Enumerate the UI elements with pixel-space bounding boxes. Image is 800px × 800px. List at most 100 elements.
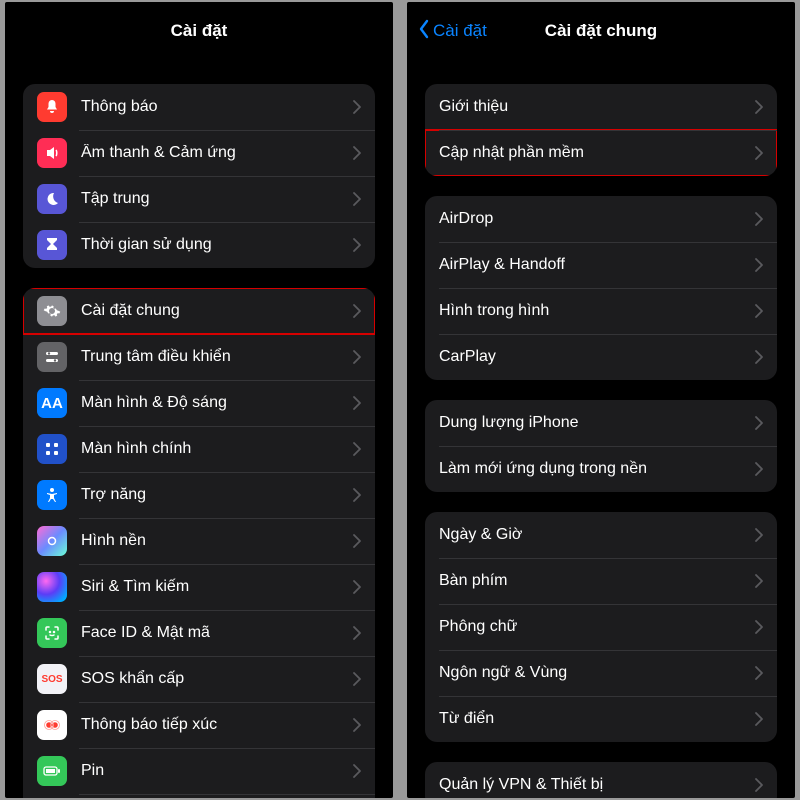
row-label: Thông báo tiếp xúc (81, 716, 353, 734)
settings-general-screen: Cài đặt Cài đặt chung Giới thiệu Cập nhật… (407, 2, 795, 798)
settings-row[interactable]: Giới thiệu (425, 84, 777, 130)
chevron-right-icon (353, 146, 361, 160)
settings-row[interactable]: Dung lượng iPhone (425, 400, 777, 446)
settings-row[interactable]: Trợ năng (23, 472, 375, 518)
settings-row[interactable]: Bàn phím (425, 558, 777, 604)
back-label: Cài đặt (433, 21, 487, 41)
settings-row[interactable]: SOSSOS khẩn cấp (23, 656, 375, 702)
chevron-right-icon (755, 666, 763, 680)
row-label: Từ điển (439, 710, 755, 728)
row-label: Quản lý VPN & Thiết bị (439, 776, 755, 794)
chevron-right-icon (755, 258, 763, 272)
settings-row[interactable]: Làm mới ứng dụng trong nền (425, 446, 777, 492)
row-label: Cập nhật phần mềm (439, 144, 755, 162)
row-label: SOS khẩn cấp (81, 670, 353, 688)
row-label: Tập trung (81, 190, 353, 208)
settings-row[interactable]: Hình trong hình (425, 288, 777, 334)
siri-icon (37, 572, 67, 602)
chevron-right-icon (353, 672, 361, 686)
settings-row[interactable]: Âm thanh & Cảm ứng (23, 130, 375, 176)
settings-row[interactable]: Phông chữ (425, 604, 777, 650)
row-label: Bàn phím (439, 572, 755, 590)
row-label: Hình nền (81, 532, 353, 550)
settings-row[interactable]: CarPlay (425, 334, 777, 380)
chevron-right-icon (353, 238, 361, 252)
settings-root-screen: Cài đặt Thông báo Âm thanh & Cảm ứng Tập t… (5, 2, 393, 798)
row-label: Làm mới ứng dụng trong nền (439, 460, 755, 478)
accessibility-icon (37, 480, 67, 510)
row-label: Ngày & Giờ (439, 526, 755, 544)
settings-list[interactable]: Thông báo Âm thanh & Cảm ứng Tập trung Thời… (5, 84, 393, 798)
settings-row[interactable]: Trung tâm điều khiển (23, 334, 375, 380)
settings-row[interactable]: Cập nhật phần mềm (425, 130, 777, 176)
chevron-right-icon (755, 304, 763, 318)
chevron-right-icon (353, 488, 361, 502)
chevron-right-icon (755, 620, 763, 634)
row-label: Pin (81, 762, 353, 780)
settings-row[interactable]: Màn hình chính (23, 426, 375, 472)
page-title: Cài đặt (171, 21, 228, 41)
chevron-right-icon (755, 712, 763, 726)
chevron-right-icon (353, 764, 361, 778)
chevron-right-icon (353, 718, 361, 732)
settings-row[interactable]: AirPlay & Handoff (425, 242, 777, 288)
general-group-storage: Dung lượng iPhone Làm mới ứng dụng trong … (425, 400, 777, 492)
chevron-right-icon (755, 528, 763, 542)
chevron-left-icon (417, 19, 431, 44)
row-label: Âm thanh & Cảm ứng (81, 144, 353, 162)
row-label: Trung tâm điều khiển (81, 348, 353, 366)
row-label: Thông báo (81, 98, 353, 116)
chevron-right-icon (755, 146, 763, 160)
settings-row[interactable]: AirDrop (425, 196, 777, 242)
general-list[interactable]: Giới thiệu Cập nhật phần mềm AirDropAirPl… (407, 84, 795, 798)
chevron-right-icon (353, 626, 361, 640)
navbar: Cài đặt Cài đặt chung (407, 2, 795, 60)
settings-row[interactable]: Từ điển (425, 696, 777, 742)
row-label: CarPlay (439, 348, 755, 366)
chevron-right-icon (755, 462, 763, 476)
general-group-locale: Ngày & Giờ Bàn phím Phông chữNgôn ngữ & Vù… (425, 512, 777, 742)
row-label: Dung lượng iPhone (439, 414, 755, 432)
row-label: Cài đặt chung (81, 302, 353, 320)
display-icon: AA (37, 388, 67, 418)
row-label: Face ID & Mật mã (81, 624, 353, 642)
chevron-right-icon (755, 574, 763, 588)
settings-row[interactable]: Siri & Tìm kiếm (23, 564, 375, 610)
settings-row[interactable]: Quản lý VPN & Thiết bị (425, 762, 777, 798)
home-screen-icon (37, 434, 67, 464)
general-group-about: Giới thiệu Cập nhật phần mềm (425, 84, 777, 176)
settings-row[interactable]: Face ID & Mật mã (23, 610, 375, 656)
row-label: Màn hình & Độ sáng (81, 394, 353, 412)
back-button[interactable]: Cài đặt (417, 2, 487, 60)
moon-icon (37, 184, 67, 214)
settings-row[interactable]: Tập trung (23, 176, 375, 222)
settings-row[interactable]: Cài đặt chung (23, 288, 375, 334)
chevron-right-icon (755, 212, 763, 226)
chevron-right-icon (755, 350, 763, 364)
chevron-right-icon (353, 350, 361, 364)
speaker-icon (37, 138, 67, 168)
row-label: Thời gian sử dụng (81, 236, 353, 254)
settings-row[interactable]: Hình nền (23, 518, 375, 564)
settings-row[interactable]: Thời gian sử dụng (23, 222, 375, 268)
row-label: Hình trong hình (439, 302, 755, 320)
settings-row[interactable]: Ngôn ngữ & Vùng (425, 650, 777, 696)
chevron-right-icon (353, 396, 361, 410)
settings-row[interactable]: Thông báo (23, 84, 375, 130)
chevron-right-icon (755, 778, 763, 792)
settings-row[interactable]: Thông báo tiếp xúc (23, 702, 375, 748)
row-label: Màn hình chính (81, 440, 353, 458)
navbar: Cài đặt (5, 2, 393, 60)
row-label: Trợ năng (81, 486, 353, 504)
chevron-right-icon (755, 100, 763, 114)
hourglass-icon (37, 230, 67, 260)
general-group-airdrop: AirDropAirPlay & Handoff Hình trong hình C… (425, 196, 777, 380)
settings-row[interactable]: Ngày & Giờ (425, 512, 777, 558)
settings-row[interactable]: Quyền riêng tư (23, 794, 375, 798)
settings-row[interactable]: AA Màn hình & Độ sáng (23, 380, 375, 426)
chevron-right-icon (353, 442, 361, 456)
chevron-right-icon (353, 580, 361, 594)
control-center-icon (37, 342, 67, 372)
settings-row[interactable]: Pin (23, 748, 375, 794)
row-label: Giới thiệu (439, 98, 755, 116)
